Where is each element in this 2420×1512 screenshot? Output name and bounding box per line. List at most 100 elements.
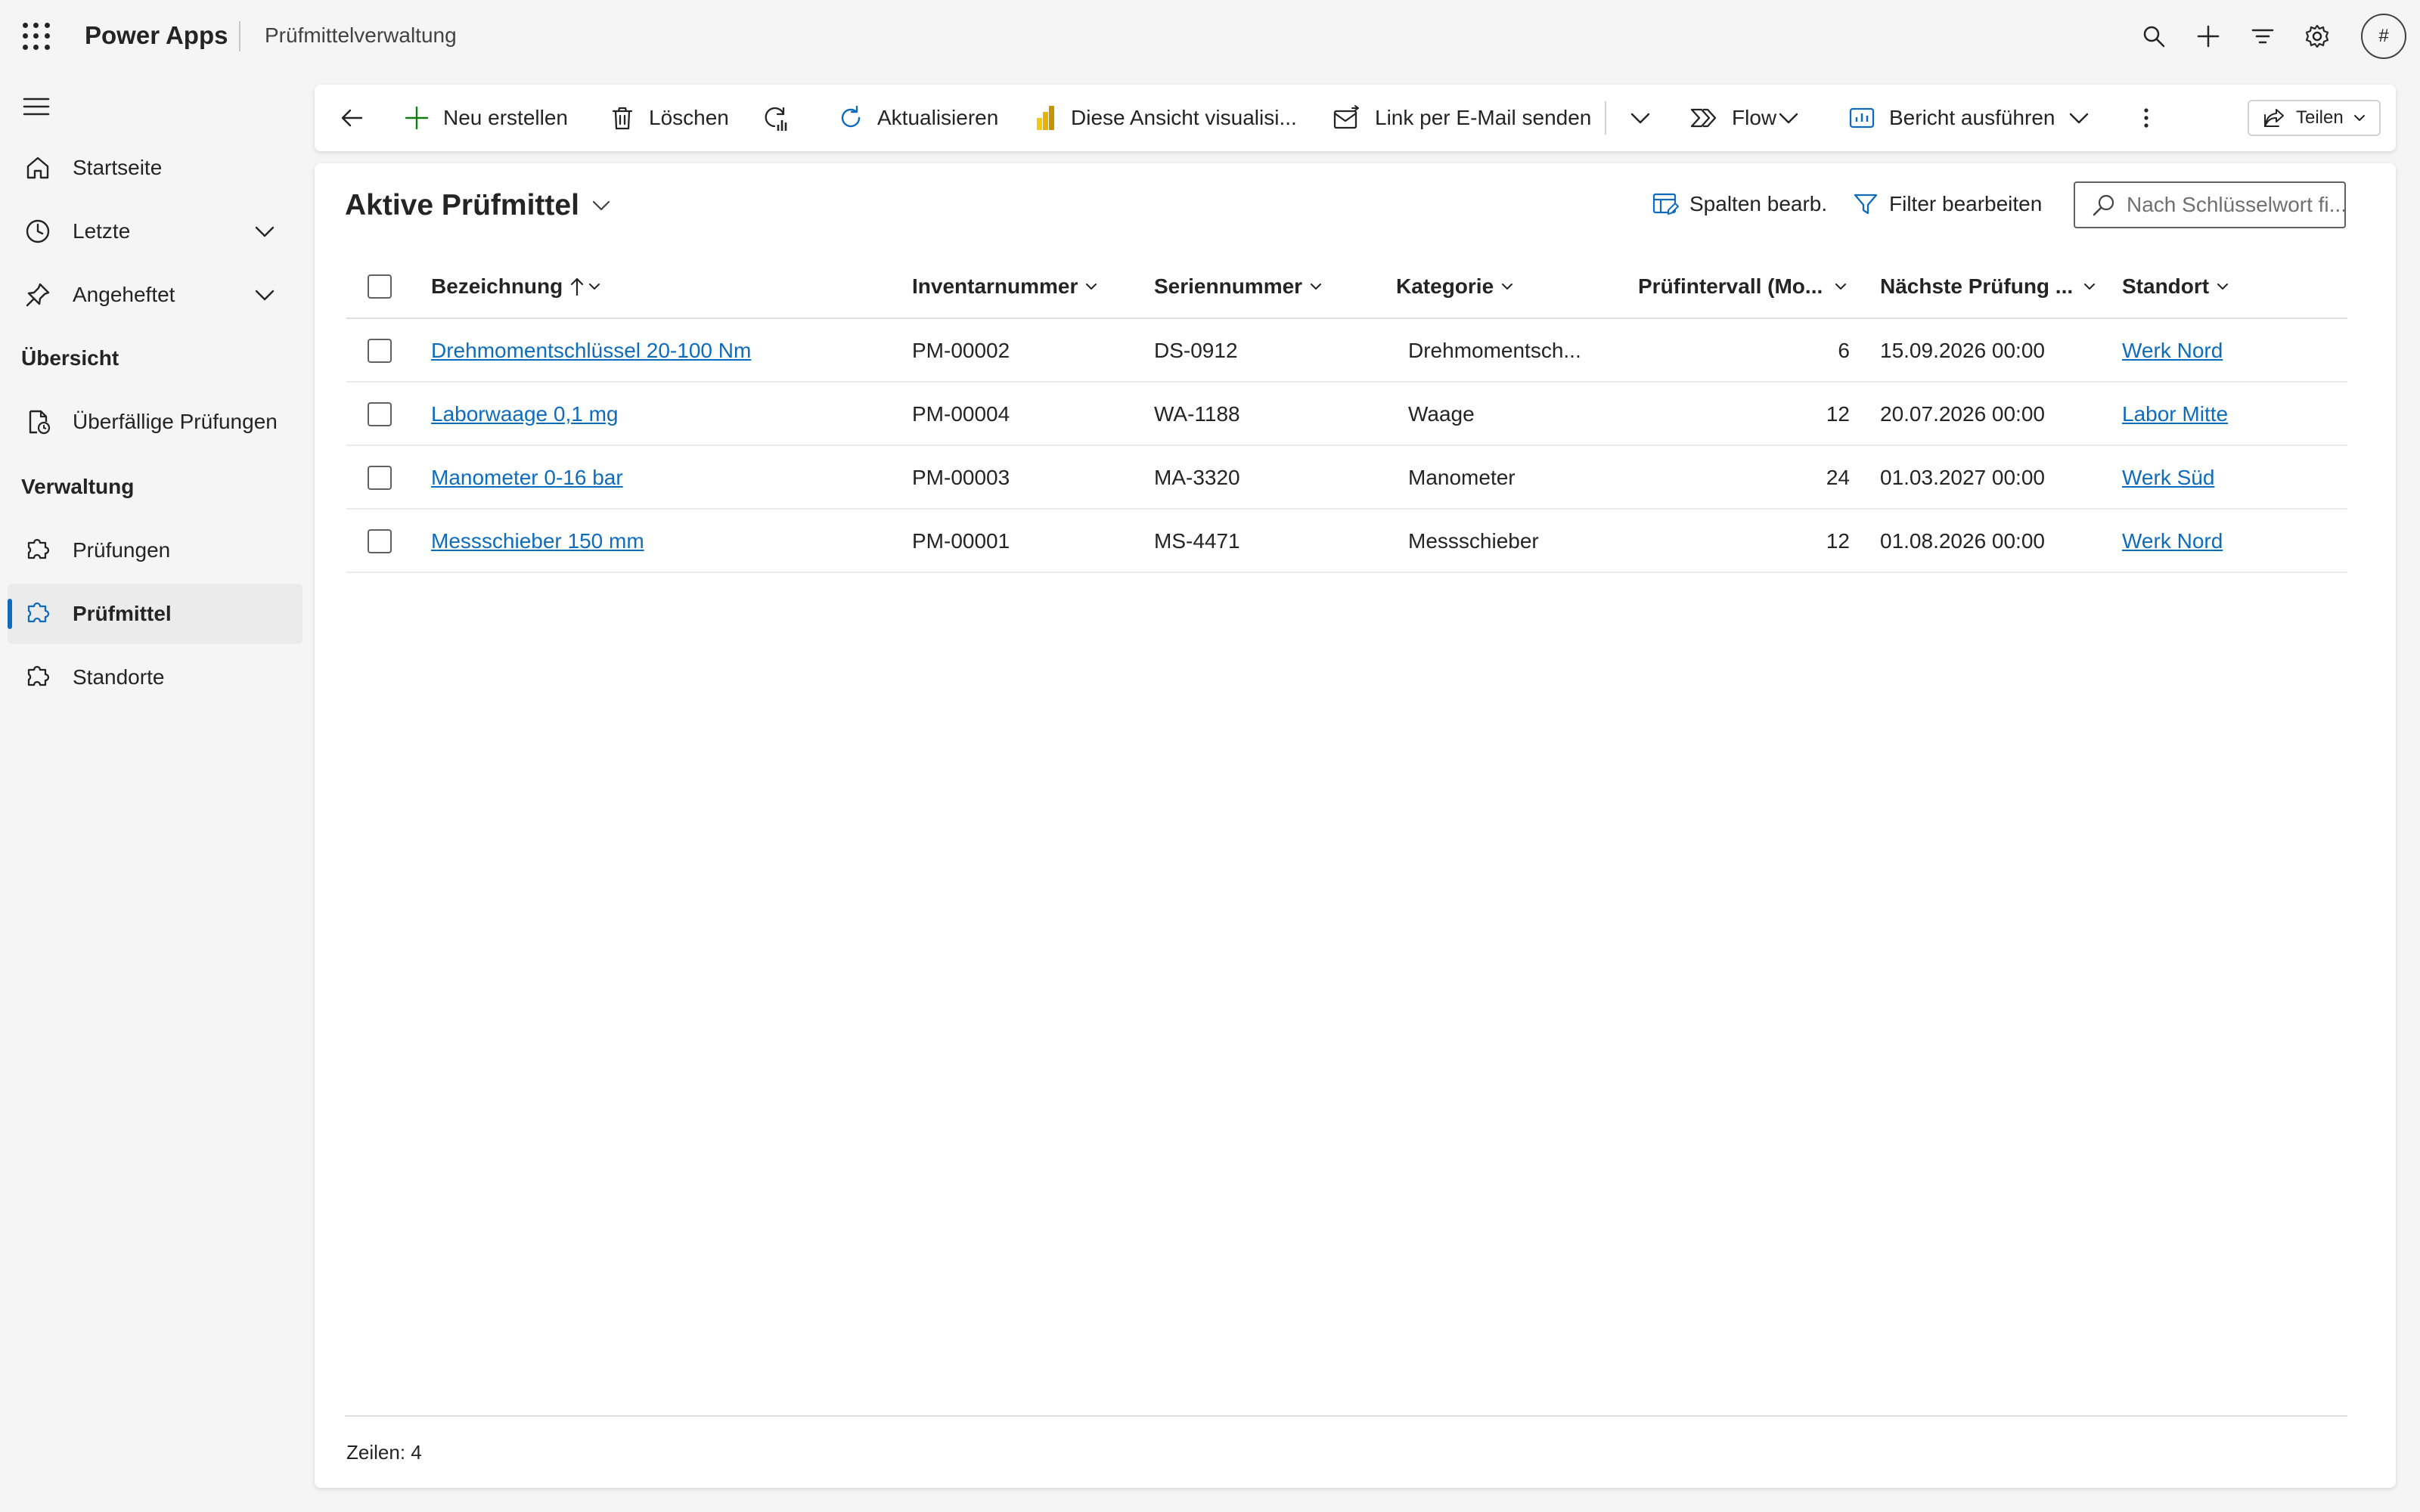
table-row[interactable]: Laborwaage 0,1 mg PM-00004 WA-1188 Waage… [346,383,2347,446]
view-selector[interactable]: Aktive Prüfmittel [345,189,613,222]
column-header-pruefintervall[interactable]: Prüfintervall (Mo... [1638,254,1848,319]
edit-filters-label: Filter bearbeiten [1889,192,2043,215]
cell-standort[interactable]: Werk Süd [2122,446,2214,510]
brand-name[interactable]: Power Apps [85,21,228,50]
run-report-button[interactable]: Bericht ausführen [1848,85,2055,151]
app-name[interactable]: Prüfmittelverwaltung [265,23,457,48]
column-header-naechste-pruefung[interactable]: Nächste Prüfung ... [1880,254,2097,319]
chevron-down-icon [2217,284,2229,290]
row-checkbox[interactable] [368,402,392,426]
table-row[interactable]: Manometer 0-16 bar PM-00003 MA-3320 Mano… [346,446,2347,510]
report-chevron[interactable] [2066,85,2105,151]
sidebar-item-label: Startseite [73,156,163,179]
puzzle-icon [23,535,53,565]
sort-ascending-icon [571,277,584,296]
column-header-inventarnummer[interactable]: Inventarnummer [912,254,1099,319]
cell-bezeichnung[interactable]: Laborwaage 0,1 mg [431,383,619,446]
table-row[interactable]: Messschieber 150 mm PM-00001 MS-4471 Mes… [346,510,2347,573]
flow-button[interactable]: Flow [1689,85,1776,151]
flow-icon [1690,108,1717,128]
column-header-label: Seriennummer [1154,274,1303,298]
share-button[interactable]: Teilen [2248,100,2381,136]
sidebar-item-angeheftet[interactable]: Angeheftet [8,265,302,325]
home-icon [23,153,53,183]
cell-bezeichnung[interactable]: Manometer 0-16 bar [431,446,623,510]
row-checkbox[interactable] [368,529,392,553]
row-checkbox[interactable] [368,339,392,363]
refresh-button[interactable]: Aktualisieren [838,85,998,151]
refresh-button-label: Aktualisieren [877,106,999,129]
delete-button[interactable]: Löschen [610,85,729,151]
power-bi-icon [1037,106,1054,130]
cell-naechste-pruefung: 01.08.2026 00:00 [1880,529,2045,553]
keyword-search-input[interactable]: Nach Schlüsselwort fi... [2074,181,2346,228]
chevron-down-icon[interactable] [251,218,278,245]
sidebar-item-label: Prüfmittel [73,602,172,625]
cell-standort[interactable]: Labor Mitte [2122,383,2228,446]
active-indicator [8,599,12,629]
view-title: Aktive Prüfmittel [345,189,579,222]
overflow-menu-button[interactable] [2139,85,2167,151]
plus-icon [405,106,429,130]
new-button[interactable]: Neu erstellen [404,85,568,151]
edit-filters-button[interactable]: Filter bearbeiten [1853,187,2042,221]
column-header-kategorie[interactable]: Kategorie [1396,254,1515,319]
sidebar-item-pruefungen[interactable]: Prüfungen [8,520,302,581]
hamburger-icon[interactable] [23,95,50,118]
cell-seriennummer: DS-0912 [1154,339,1238,362]
sidebar-item-label: Prüfungen [73,538,171,562]
edit-columns-button[interactable]: Spalten bearb. [1652,187,1827,221]
sidebar-item-label: Letzte [73,219,131,243]
run-report-button-label: Bericht ausführen [1889,106,2055,129]
delete-button-label: Löschen [649,106,729,129]
visualize-button[interactable]: Diese Ansicht visualisi... [1035,85,1297,151]
flow-chevron[interactable] [1776,85,1815,151]
more-commands-dropdown[interactable] [1627,85,1667,151]
app-launcher-icon[interactable] [21,21,51,51]
cell-standort[interactable]: Werk Nord [2122,319,2223,383]
sidebar-item-pruefmittel[interactable]: Prüfmittel [8,584,302,644]
table-row[interactable]: Drehmomentschlüssel 20-100 Nm PM-00002 D… [346,319,2347,383]
cell-bezeichnung[interactable]: Drehmomentschlüssel 20-100 Nm [431,319,751,383]
sidebar-item-startseite[interactable]: Startseite [8,138,302,198]
report-icon [1849,107,1875,129]
back-button[interactable] [339,85,378,151]
cell-naechste-pruefung: 20.07.2026 00:00 [1880,402,2045,426]
column-header-standort[interactable]: Standort [2122,254,2230,319]
sidebar-item-standorte[interactable]: Standorte [8,647,302,708]
chevron-down-icon [592,200,610,211]
edit-columns-icon [1652,193,1679,215]
search-icon[interactable] [2137,20,2170,53]
cell-inventarnummer: PM-00001 [912,529,1010,553]
sidebar-item-ueberfaellige-pruefungen[interactable]: Überfällige Prüfungen [8,392,302,452]
cell-inventarnummer: PM-00002 [912,339,1010,362]
section-header-uebersicht: Übersicht [21,346,119,370]
plus-icon[interactable] [2192,20,2225,53]
top-bar: Power Apps Prüfmittelverwaltung # [0,0,2420,73]
puzzle-icon [23,662,53,692]
share-icon [2264,109,2284,127]
header-divider [239,21,240,51]
cell-bezeichnung[interactable]: Messschieber 150 mm [431,510,644,573]
sidebar-item-label: Überfällige Prüfungen [73,410,278,433]
overdue-doc-icon [23,407,53,437]
gear-icon[interactable] [2301,20,2334,53]
row-checkbox[interactable] [368,466,392,490]
filter-lines-icon[interactable] [2246,20,2279,53]
avatar[interactable]: # [2361,14,2406,59]
sidebar-item-letzte[interactable]: Letzte [8,201,302,262]
grid-footer-divider [345,1415,2347,1417]
column-header-bezeichnung[interactable]: Bezeichnung [431,254,602,319]
column-header-seriennummer[interactable]: Seriennummer [1154,254,1323,319]
chevron-down-icon[interactable] [251,281,278,308]
select-all-checkbox[interactable] [368,274,392,299]
chevron-down-icon [1086,284,1097,290]
cell-standort[interactable]: Werk Nord [2122,510,2223,573]
visualize-button-label: Diese Ansicht visualisi... [1071,106,1297,129]
cell-kategorie: Drehmomentsch... [1408,339,1581,362]
cell-seriennummer: MA-3320 [1154,466,1240,489]
chart-view-button[interactable] [761,85,803,151]
email-link-button[interactable]: Link per E-Mail senden [1333,85,1591,151]
avatar-label: # [2378,26,2389,46]
column-header-label: Standort [2122,274,2210,298]
